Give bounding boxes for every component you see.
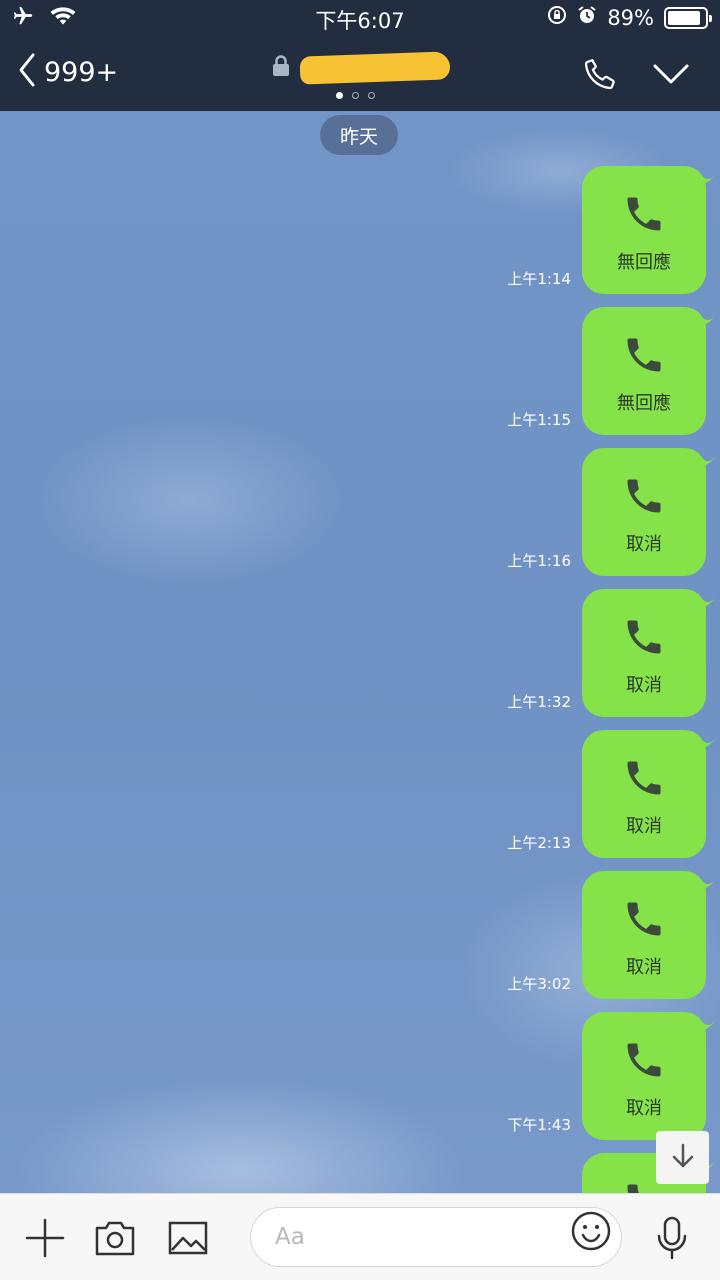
message-input-placeholder: Aa xyxy=(275,1224,305,1250)
call-status-label: 取消 xyxy=(626,957,662,978)
page-indicator xyxy=(336,92,375,99)
call-bubble[interactable]: 取消 xyxy=(582,1012,706,1140)
chevron-down-icon xyxy=(652,64,690,90)
call-message: 取消上午2:13 xyxy=(0,730,720,860)
message-timestamp: 上午1:32 xyxy=(507,693,571,711)
message-timestamp: 上午2:13 xyxy=(507,834,571,852)
bubble-tail xyxy=(698,734,718,750)
arrow-down-icon xyxy=(669,1142,697,1174)
scroll-to-bottom-button[interactable] xyxy=(656,1131,709,1184)
bubble-tail xyxy=(698,875,718,891)
back-button[interactable]: 999+ xyxy=(18,52,118,92)
bubble-tail xyxy=(698,452,718,468)
chat-title[interactable] xyxy=(272,51,451,85)
phone-icon xyxy=(622,756,666,804)
call-message: 無回應上午1:15 xyxy=(0,307,720,437)
plus-icon[interactable] xyxy=(25,1218,65,1262)
chevron-left-icon xyxy=(18,52,36,92)
microphone-icon[interactable] xyxy=(655,1216,689,1264)
status-bar: 下午6:07 89% xyxy=(0,0,720,36)
bubble-tail xyxy=(698,1016,718,1032)
orientation-lock-icon xyxy=(547,5,567,30)
call-message: 取消下午1:43 xyxy=(0,1012,720,1142)
call-bubble[interactable]: 無回應 xyxy=(582,166,706,294)
emoji-icon[interactable] xyxy=(570,1210,612,1256)
image-icon[interactable] xyxy=(168,1218,208,1262)
lock-icon xyxy=(272,55,290,81)
phone-icon xyxy=(622,615,666,663)
call-status-label: 取消 xyxy=(626,675,662,696)
call-bubble[interactable]: 取消 xyxy=(582,589,706,717)
phone-icon xyxy=(622,1038,666,1086)
bubble-tail xyxy=(698,311,718,327)
call-status-label: 取消 xyxy=(626,534,662,555)
call-bubble[interactable]: 取消 xyxy=(582,871,706,999)
battery-percent: 89% xyxy=(607,5,654,30)
call-message: 取消上午1:32 xyxy=(0,589,720,719)
message-timestamp: 上午1:14 xyxy=(507,270,571,288)
redacted-contact-name xyxy=(299,51,451,85)
call-bubble[interactable]: 取消 xyxy=(582,448,706,576)
call-status-label: 無回應 xyxy=(617,393,671,414)
call-message: 取消上午1:16 xyxy=(0,448,720,578)
call-status-label: 取消 xyxy=(626,816,662,837)
phone-icon xyxy=(622,897,666,945)
call-button[interactable] xyxy=(582,56,618,96)
chat-area[interactable]: 昨天 無回應 上午1:14 無回應 上午1:15 取消 上午1:16 取消 上午1:32 取消上… xyxy=(0,111,720,1193)
call-message-partial xyxy=(0,1153,720,1193)
call-message: 取消上午3:02 xyxy=(0,871,720,1001)
alarm-icon xyxy=(577,5,597,30)
expand-menu-button[interactable] xyxy=(652,62,690,90)
input-bar: Aa xyxy=(0,1193,720,1280)
camera-icon[interactable] xyxy=(94,1218,136,1262)
battery-icon xyxy=(664,6,712,29)
bubble-tail xyxy=(698,593,718,609)
message-timestamp: 上午1:16 xyxy=(507,552,571,570)
call-message: 無回應上午1:14 xyxy=(0,166,720,296)
phone-icon xyxy=(622,192,666,240)
call-status-label: 無回應 xyxy=(617,252,671,273)
bubble-tail xyxy=(698,170,718,186)
page-dot xyxy=(352,92,359,99)
phone-icon xyxy=(622,333,666,381)
call-bubble[interactable]: 取消 xyxy=(582,730,706,858)
page-dot xyxy=(336,92,343,99)
chat-header: 999+ xyxy=(0,36,720,111)
message-timestamp: 上午3:02 xyxy=(507,975,571,993)
page-dot xyxy=(368,92,375,99)
message-input[interactable]: Aa xyxy=(250,1207,622,1267)
call-bubble[interactable]: 無回應 xyxy=(582,307,706,435)
phone-icon xyxy=(582,58,618,96)
message-timestamp: 下午1:43 xyxy=(507,1116,571,1134)
message-timestamp: 上午1:15 xyxy=(507,411,571,429)
phone-icon xyxy=(622,474,666,522)
unread-count: 999+ xyxy=(44,56,119,88)
date-separator: 昨天 xyxy=(320,115,398,155)
call-status-label: 取消 xyxy=(626,1098,662,1119)
